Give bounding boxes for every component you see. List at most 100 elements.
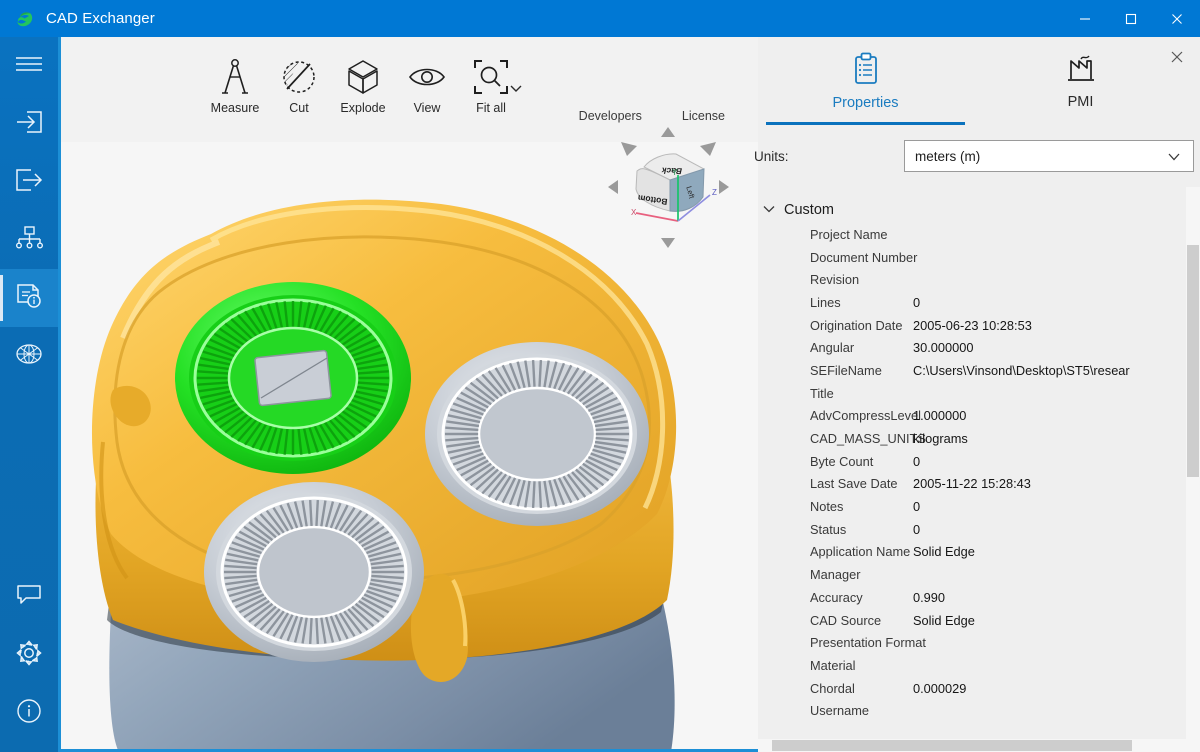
property-row[interactable]: Material [758,654,1188,677]
property-key: Title [810,385,834,401]
sidebar-bottom-group [0,568,58,742]
sidebar-item-menu[interactable] [0,37,58,95]
view-cube[interactable]: Back Bottom Left X Y Z [606,125,731,250]
property-group-custom[interactable]: Custom [758,197,1188,223]
property-row[interactable]: Status 0 [758,518,1188,541]
vertical-scrollbar-thumb[interactable] [1187,245,1199,477]
property-row[interactable]: Username [758,699,1188,722]
viewport-3d[interactable]: Measure Cut Explode View Fit all Develop… [58,37,758,752]
chat-bubble-icon [14,583,44,612]
property-value: 0.000029 [913,680,967,696]
property-key: CAD_MASS_UNITS [810,431,926,447]
svg-text:Z: Z [712,188,717,197]
app-window: CAD Exchanger Measure Cut Explode View F… [0,0,1200,752]
minimize-icon[interactable] [1062,0,1108,37]
property-key: Chordal [810,680,855,696]
view-label: View [413,101,441,115]
property-row[interactable]: Title [758,382,1188,405]
property-value: Solid Edge [913,544,975,560]
globe-mesh-icon [13,340,45,373]
fit-all-chevron-down-icon[interactable] [509,81,523,99]
property-row[interactable]: Chordal 0.000029 [758,677,1188,700]
green-swirl-logo [14,8,36,30]
explode-button[interactable]: Explode [331,47,395,115]
property-key: Last Save Date [810,476,898,492]
property-value: 1.000000 [913,408,967,424]
units-label: Units: [754,148,789,164]
property-key: Document Number [810,249,918,265]
property-row[interactable]: AdvCompressLevel 1.000000 [758,405,1188,428]
measure-button[interactable]: Measure [203,47,267,115]
property-group-label: Custom [784,202,834,218]
property-value: 0 [913,294,921,310]
sidebar-item-document-info[interactable] [0,269,58,327]
tool-group: Measure Cut Explode View Fit all [203,47,523,115]
property-row[interactable]: Angular 30.000000 [758,336,1188,359]
view-button[interactable]: View [395,47,459,115]
property-rows: Project Name Document Number Revision Lines… [758,223,1188,724]
property-row[interactable]: Manager [758,563,1188,586]
chevron-down-icon [1167,150,1181,165]
property-row[interactable]: Last Save Date 2005-11-22 15:28:43 [758,473,1188,496]
property-row[interactable]: Presentation Format [758,631,1188,654]
explode-label: Explode [340,101,386,115]
sidebar-item-mesh[interactable] [0,327,58,385]
property-row[interactable]: AdvCompressLODLe...1.000000 [758,722,1188,724]
sidebar-item-export[interactable] [0,153,58,211]
panel-tabs: Properties PMI [758,37,1200,125]
property-list[interactable]: Custom Project Name Document Number Revisi… [758,197,1188,724]
horizontal-scrollbar-thumb[interactable] [772,740,1132,751]
property-row[interactable]: SEFileName C:\Users\Vinsond\Desktop\ST5\r… [758,359,1188,382]
sidebar-item-import[interactable] [0,95,58,153]
property-value: C:\Users\Vinsond\Desktop\ST5\resear [913,362,1130,378]
eye-icon [407,55,447,99]
property-row[interactable]: Byte Count 0 [758,450,1188,473]
property-row[interactable]: Origination Date 2005-06-23 10:28:53 [758,314,1188,337]
property-row[interactable]: CAD_MASS_UNITS kilograms [758,427,1188,450]
clipboard-icon [851,52,881,91]
cut-label: Cut [289,101,309,115]
property-value: 2005-11-22 15:28:43 [913,476,1031,492]
import-arrow-icon [14,108,44,141]
cut-button[interactable]: Cut [267,47,331,115]
property-key: Username [810,703,870,719]
sidebar-item-settings[interactable] [0,626,58,684]
property-row[interactable]: Revision [758,268,1188,291]
tab-pmi-label: PMI [1067,93,1094,110]
maximize-icon[interactable] [1108,0,1154,37]
property-row[interactable]: Document Number [758,246,1188,269]
window-title: CAD Exchanger [46,10,155,27]
license-link[interactable]: License [682,109,725,123]
property-row[interactable]: Accuracy 0.990 [758,586,1188,609]
fit-all-button[interactable]: Fit all [459,47,523,115]
property-row[interactable]: Notes 0 [758,495,1188,518]
property-row[interactable]: Project Name [758,223,1188,246]
tab-properties[interactable]: Properties [758,37,973,125]
sidebar-item-structure[interactable] [0,211,58,269]
sidebar-item-feedback[interactable] [0,568,58,626]
horizontal-scrollbar[interactable] [758,739,1186,752]
tab-properties-label: Properties [832,94,899,111]
property-row[interactable]: Application Name Solid Edge [758,541,1188,564]
property-key: Revision [810,272,860,288]
sidebar-item-about[interactable] [0,684,58,742]
compass-icon [218,55,252,99]
property-key: Accuracy [810,589,863,605]
vertical-scrollbar[interactable] [1186,187,1200,752]
units-row: Units: meters (m) [754,137,1200,175]
property-key: Application Name [810,544,911,560]
property-key: Manager [810,567,861,583]
chevron-down-icon [762,202,776,218]
property-row[interactable]: CAD Source Solid Edge [758,609,1188,632]
tab-pmi[interactable]: PMI [973,37,1188,125]
developers-link[interactable]: Developers [579,109,642,123]
property-row[interactable]: Lines 0 [758,291,1188,314]
close-icon[interactable] [1154,0,1200,37]
document-info-icon [14,282,44,315]
properties-panel: Properties PMI Units: meters (m) Custom … [754,37,1200,752]
property-key: Angular [810,340,855,356]
units-select[interactable]: meters (m) [904,140,1194,172]
info-circle-icon [15,697,43,730]
svg-text:X: X [631,208,637,217]
property-key: Notes [810,499,844,515]
